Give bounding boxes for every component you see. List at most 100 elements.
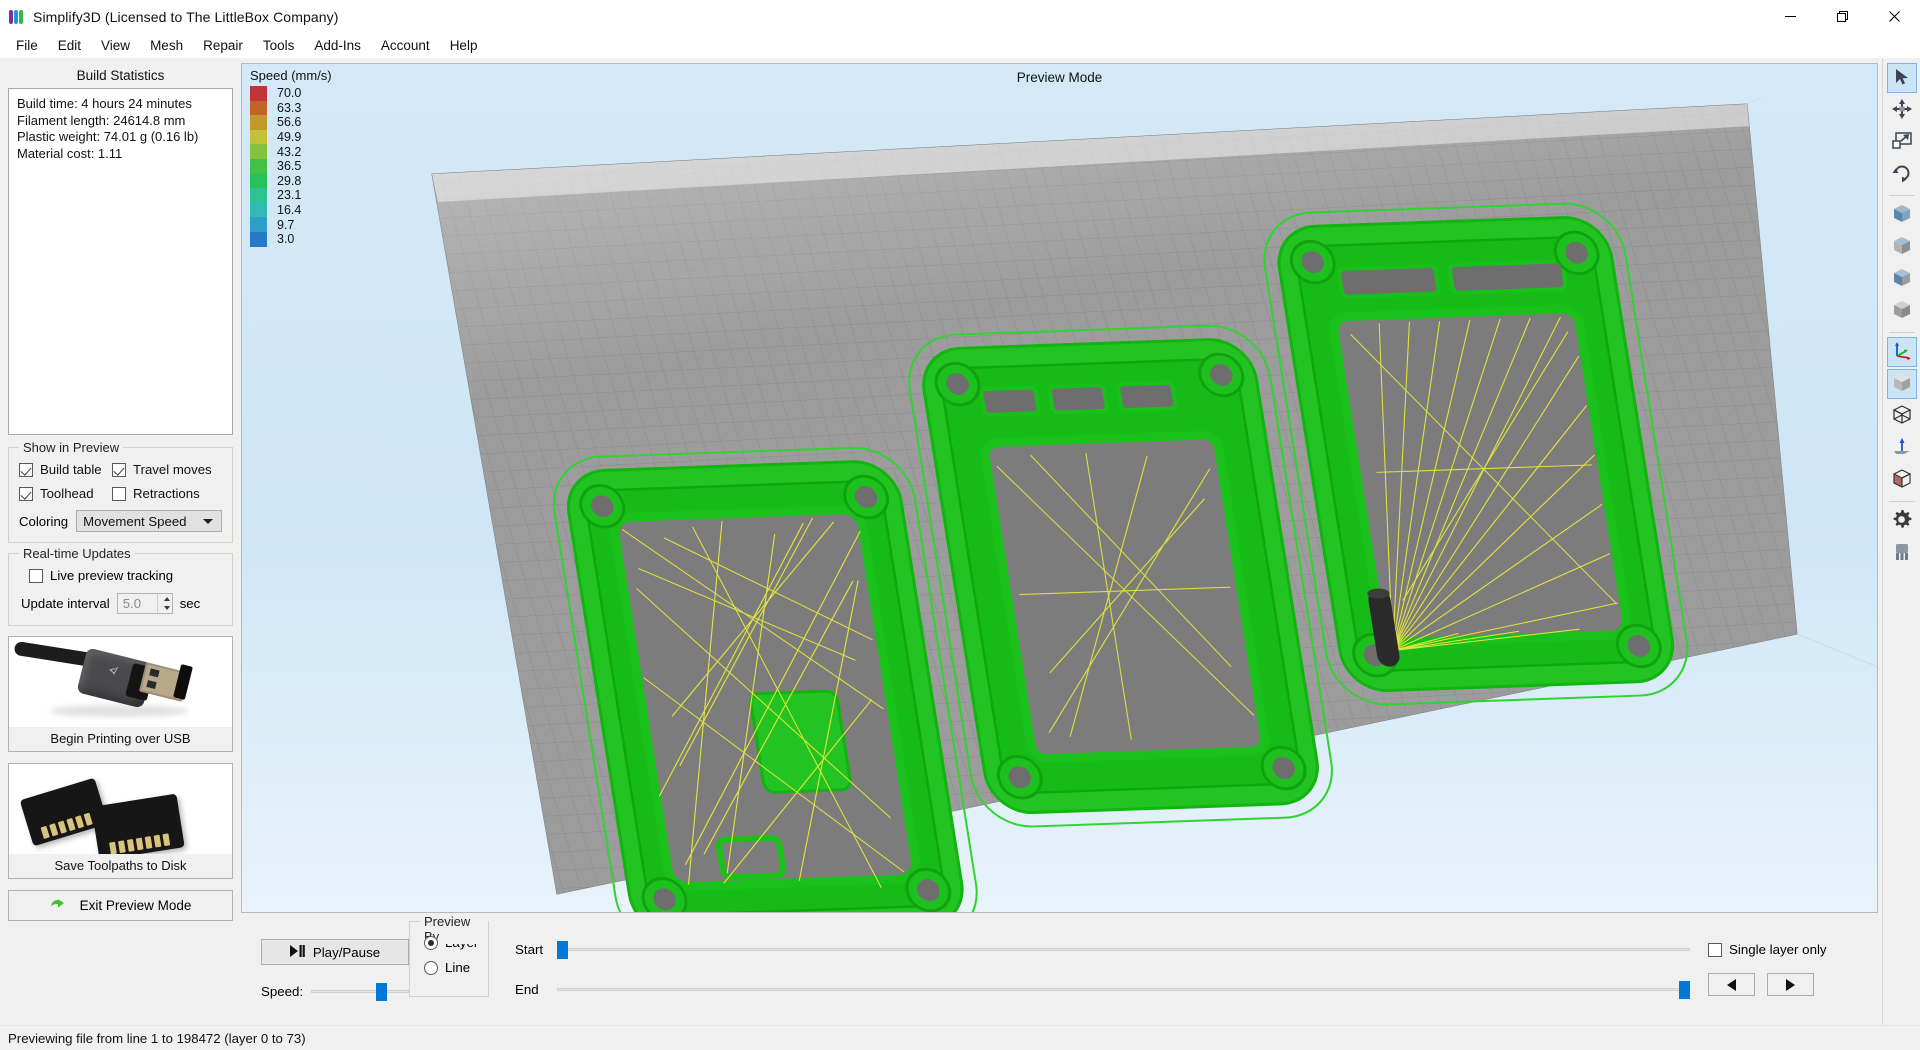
filament-length-line: Filament length: 24614.8 mm bbox=[17, 112, 186, 128]
view-back[interactable] bbox=[1887, 264, 1917, 294]
update-interval-label: Update interval bbox=[21, 596, 110, 611]
maximize-icon[interactable] bbox=[1816, 0, 1868, 33]
play-pause-button[interactable]: Play/Pause bbox=[261, 939, 409, 965]
coloring-label: Coloring bbox=[19, 513, 69, 529]
cube-section-icon bbox=[1891, 468, 1913, 493]
solid-view[interactable] bbox=[1886, 369, 1917, 399]
checkbox-build-table[interactable]: Build table bbox=[19, 462, 112, 477]
show-in-preview-group: Show in Preview Build table Travel moves… bbox=[8, 440, 233, 543]
minimize-icon[interactable] bbox=[1764, 0, 1816, 33]
select-tool[interactable] bbox=[1886, 63, 1917, 93]
menu-mesh[interactable]: Mesh bbox=[140, 35, 193, 56]
scale-tool[interactable] bbox=[1887, 127, 1917, 157]
checkbox-live-preview-tracking[interactable]: Live preview tracking bbox=[29, 568, 222, 583]
checkbox-build-table-box[interactable] bbox=[19, 462, 33, 477]
wireframe-view[interactable] bbox=[1887, 401, 1917, 431]
speed-slider[interactable] bbox=[311, 983, 409, 1001]
radio-preview-by-line-dot[interactable] bbox=[424, 960, 438, 975]
menu-edit[interactable]: Edit bbox=[48, 35, 91, 56]
end-slider-thumb[interactable] bbox=[1679, 981, 1690, 999]
menu-help[interactable]: Help bbox=[440, 35, 488, 56]
status-bar: Previewing file from line 1 to 198472 (l… bbox=[0, 1025, 1920, 1050]
preview-by-area: Preview By Layer Line bbox=[409, 914, 489, 1019]
checkbox-single-layer-only-box[interactable] bbox=[1708, 942, 1722, 957]
play-pause-icon bbox=[289, 944, 305, 960]
end-slider[interactable] bbox=[557, 981, 1690, 999]
rotate-tool[interactable] bbox=[1887, 159, 1917, 189]
normal-arrow-icon bbox=[1892, 437, 1912, 460]
speed-legend-row: 63.3 bbox=[250, 100, 332, 116]
speed-slider-thumb[interactable] bbox=[375, 983, 387, 1001]
save-toolpaths-to-disk-button[interactable]: Save Toolpaths to Disk bbox=[8, 763, 233, 879]
next-layer-button[interactable] bbox=[1767, 973, 1814, 996]
speed-legend-title: Speed (mm/s) bbox=[250, 68, 332, 83]
speed-legend-row: 9.7 bbox=[250, 217, 332, 232]
move-arrows-icon bbox=[1891, 98, 1912, 122]
view-side[interactable] bbox=[1887, 232, 1917, 262]
previous-layer-button[interactable] bbox=[1708, 973, 1755, 996]
exit-preview-mode-button[interactable]: Exit Preview Mode bbox=[8, 890, 233, 921]
rotate-icon bbox=[1892, 163, 1912, 186]
radio-preview-by-line[interactable]: Line bbox=[424, 960, 478, 975]
view-front[interactable] bbox=[1887, 200, 1917, 230]
toolbar-separator-3 bbox=[1888, 501, 1915, 502]
speed-label: Speed: bbox=[261, 983, 304, 999]
axes-view[interactable] bbox=[1886, 337, 1917, 367]
back-arrow-icon bbox=[50, 897, 71, 914]
menu-file[interactable]: File bbox=[6, 35, 48, 56]
speed-legend-swatch bbox=[250, 100, 267, 116]
update-interval-stepper[interactable]: 5.0 bbox=[116, 593, 173, 614]
3d-viewport[interactable]: Preview Mode Speed (mm/s) 70.0 63.3 56.6 49… bbox=[241, 63, 1878, 913]
coloring-select[interactable]: Movement Speed bbox=[76, 510, 222, 532]
coloring-select-value: Movement Speed bbox=[83, 513, 187, 529]
checkbox-retractions[interactable]: Retractions bbox=[112, 486, 200, 501]
realtime-updates-title: Real-time Updates bbox=[19, 546, 135, 561]
move-tool[interactable] bbox=[1887, 95, 1917, 125]
checkbox-live-preview-tracking-box[interactable] bbox=[29, 568, 43, 583]
playback-controls: Play/Pause Speed: bbox=[249, 919, 409, 1019]
checkbox-toolhead[interactable]: Toolhead bbox=[19, 486, 112, 501]
speed-legend-swatch bbox=[250, 86, 267, 101]
gear-icon bbox=[1891, 509, 1912, 533]
window-controls bbox=[1764, 0, 1920, 33]
radio-preview-by-layer-dot[interactable] bbox=[424, 935, 438, 950]
spinner-up-icon[interactable] bbox=[163, 594, 172, 604]
chevron-down-icon[interactable] bbox=[203, 519, 213, 524]
cross-section-view[interactable] bbox=[1887, 465, 1917, 495]
close-icon[interactable] bbox=[1868, 0, 1920, 33]
menu-repair[interactable]: Repair bbox=[193, 35, 253, 56]
checkbox-single-layer-only[interactable]: Single layer only bbox=[1708, 942, 1874, 957]
checkbox-toolhead-label: Toolhead bbox=[40, 486, 94, 501]
start-slider-thumb[interactable] bbox=[557, 941, 568, 959]
speed-legend-value: 56.6 bbox=[277, 115, 302, 130]
settings-button[interactable] bbox=[1887, 506, 1917, 536]
speed-legend-value: 29.8 bbox=[277, 173, 302, 188]
spinner-down-icon[interactable] bbox=[163, 604, 172, 614]
checkbox-travel-moves[interactable]: Travel moves bbox=[112, 462, 212, 477]
brush-icon bbox=[1892, 542, 1912, 565]
menu-account[interactable]: Account bbox=[371, 35, 440, 56]
triangle-left-icon bbox=[1727, 978, 1736, 991]
speed-legend-swatch bbox=[250, 144, 267, 159]
axes-icon bbox=[1892, 341, 1912, 364]
menu-add-ins[interactable]: Add-Ins bbox=[304, 35, 371, 56]
menu-view[interactable]: View bbox=[91, 35, 140, 56]
checkbox-travel-moves-box[interactable] bbox=[112, 462, 126, 477]
speed-legend-value: 23.1 bbox=[277, 188, 302, 203]
speed-legend-value: 3.0 bbox=[277, 232, 295, 247]
checkbox-toolhead-box[interactable] bbox=[19, 486, 33, 501]
checkbox-retractions-box[interactable] bbox=[112, 486, 126, 501]
cube-back-icon bbox=[1891, 267, 1913, 292]
normals-view[interactable] bbox=[1887, 433, 1917, 463]
exit-preview-mode-label: Exit Preview Mode bbox=[79, 898, 192, 913]
cleanup-button[interactable] bbox=[1887, 538, 1917, 568]
view-other[interactable] bbox=[1887, 296, 1917, 326]
menu-tools[interactable]: Tools bbox=[253, 35, 305, 56]
cube-solid-icon bbox=[1891, 372, 1913, 397]
speed-legend-swatch bbox=[250, 188, 267, 203]
build-statistics-box: Build time: 4 hours 24 minutes Filament … bbox=[8, 88, 233, 435]
preview-controls-bar: Play/Pause Speed: Preview By bbox=[241, 913, 1882, 1025]
begin-printing-over-usb-button[interactable]: ≮ Begin Printing over USB bbox=[8, 636, 233, 752]
update-interval-spinner-buttons[interactable] bbox=[156, 594, 172, 614]
start-slider[interactable] bbox=[557, 941, 1690, 959]
